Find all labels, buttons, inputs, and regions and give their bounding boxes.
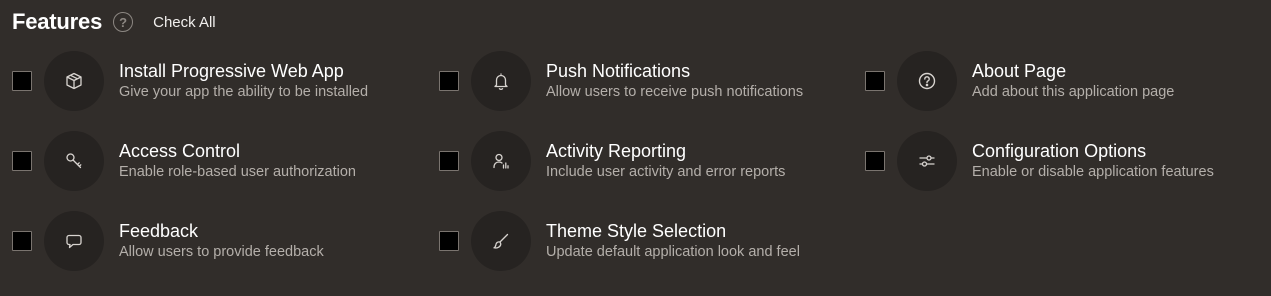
feature-description: Include user activity and error reports (546, 164, 786, 180)
feature-feedback: Feedback Allow users to provide feedback (12, 210, 324, 272)
feature-title: Push Notifications (546, 61, 691, 81)
help-circle-icon (897, 51, 957, 111)
checkbox-theme-style-selection[interactable] (439, 231, 459, 251)
checkbox-push-notifications[interactable] (439, 71, 459, 91)
feature-title: Activity Reporting (546, 141, 687, 161)
feature-install-pwa: Install Progressive Web App Give your ap… (12, 50, 368, 112)
help-circle-icon[interactable]: ? (113, 12, 134, 32)
checkbox-about-page[interactable] (865, 71, 885, 91)
checkbox-activity-reporting[interactable] (439, 151, 459, 171)
feature-configuration-options: Configuration Options Enable or disable … (865, 130, 1214, 192)
feature-activity-reporting: Activity Reporting Include user activity… (439, 130, 785, 192)
feature-description: Enable role-based user authorization (119, 164, 356, 180)
checkbox-install-pwa[interactable] (12, 71, 32, 91)
feature-access-control: Access Control Enable role-based user au… (12, 130, 356, 192)
checkbox-configuration-options[interactable] (865, 151, 885, 171)
feature-title: Access Control (119, 141, 241, 161)
feature-title: Feedback (119, 221, 199, 241)
features-header: Features ? Check All (12, 8, 216, 36)
feature-title: Theme Style Selection (546, 221, 727, 241)
feature-description: Enable or disable application features (972, 164, 1214, 180)
sliders-icon (897, 131, 957, 191)
chat-bubble-icon (44, 211, 104, 271)
feature-title: Install Progressive Web App (119, 61, 344, 81)
bell-icon (471, 51, 531, 111)
check-all-button[interactable]: Check All (153, 14, 216, 31)
cube-icon (44, 51, 104, 111)
feature-description: Allow users to provide feedback (119, 244, 324, 260)
feature-description: Allow users to receive push notification… (546, 84, 804, 100)
feature-description: Give your app the ability to be installe… (119, 84, 369, 100)
checkbox-access-control[interactable] (12, 151, 32, 171)
feature-title: About Page (972, 61, 1067, 81)
checkbox-feedback[interactable] (12, 231, 32, 251)
page-title: Features (12, 9, 103, 34)
brush-icon (471, 211, 531, 271)
feature-theme-style-selection: Theme Style Selection Update default app… (439, 210, 800, 272)
feature-description: Update default application look and feel (546, 244, 800, 260)
feature-about-page: About Page Add about this application pa… (865, 50, 1174, 112)
feature-push-notifications: Push Notifications Allow users to receiv… (439, 50, 803, 112)
user-chart-icon (471, 131, 531, 191)
feature-title: Configuration Options (972, 141, 1147, 161)
key-icon (44, 131, 104, 191)
feature-description: Add about this application page (972, 84, 1175, 100)
